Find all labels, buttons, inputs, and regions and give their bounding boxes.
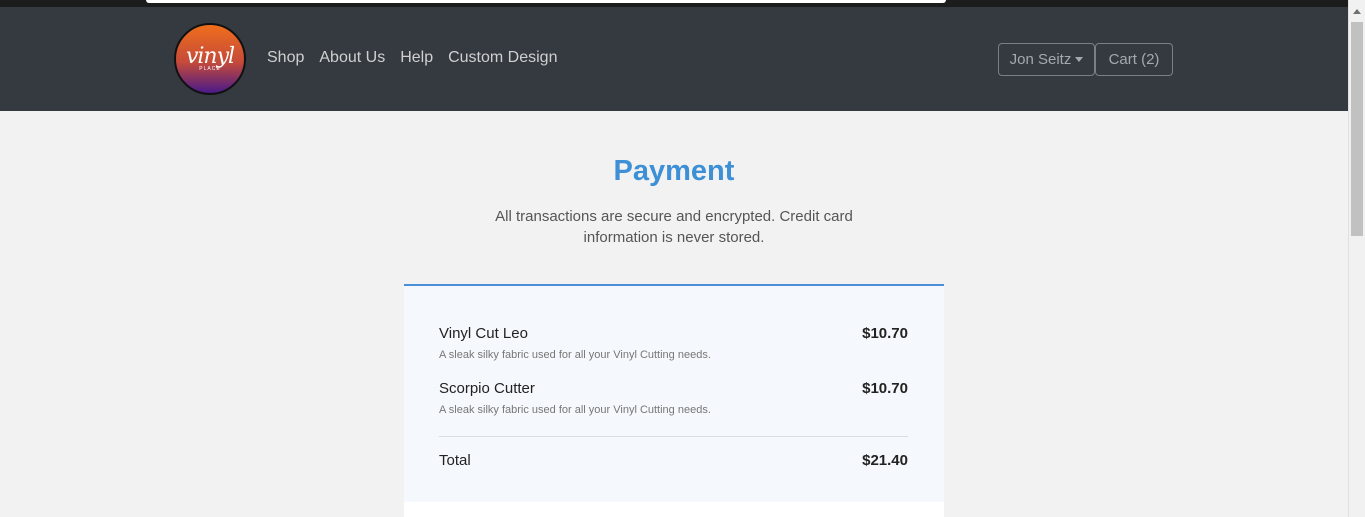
summary-divider bbox=[439, 436, 908, 437]
browser-tab-bar bbox=[146, 0, 946, 3]
scroll-up-icon[interactable] bbox=[1353, 9, 1361, 14]
browser-top-strip bbox=[0, 0, 1348, 7]
user-menu-button[interactable]: Jon Seitz bbox=[998, 43, 1095, 76]
scrollbar-thumb[interactable] bbox=[1351, 22, 1363, 236]
logo-text: vinyl bbox=[185, 43, 235, 69]
cart-label: Cart (2) bbox=[1108, 51, 1160, 68]
total-value: $21.40 bbox=[862, 452, 908, 469]
item-price: $10.70 bbox=[862, 380, 908, 397]
item-description: A sleak silky fabric used for all your V… bbox=[439, 349, 711, 361]
item-name: Scorpio Cutter bbox=[439, 380, 535, 397]
item-description: A sleak silky fabric used for all your V… bbox=[439, 404, 711, 416]
caret-down-icon bbox=[1075, 57, 1084, 62]
nav-link-shop[interactable]: Shop bbox=[267, 49, 304, 67]
page-subtitle: All transactions are secure and encrypte… bbox=[495, 208, 853, 246]
brand-logo[interactable]: vinyl PLACE bbox=[174, 23, 246, 95]
item-name: Vinyl Cut Leo bbox=[439, 325, 528, 342]
order-summary-card: Vinyl Cut Leo $10.70 A sleak silky fabri… bbox=[404, 284, 944, 517]
cart-button[interactable]: Cart (2) bbox=[1095, 43, 1173, 76]
page-title: Payment bbox=[613, 155, 735, 187]
total-label: Total bbox=[439, 452, 471, 469]
page-scrollbar[interactable] bbox=[1348, 0, 1365, 517]
user-menu-label: Jon Seitz bbox=[1009, 51, 1072, 68]
nav-link-custom-design[interactable]: Custom Design bbox=[448, 49, 557, 67]
nav-links: Shop About Us Help Custom Design bbox=[267, 49, 557, 67]
nav-link-help[interactable]: Help bbox=[400, 49, 433, 67]
item-price: $10.70 bbox=[862, 325, 908, 342]
nav-link-about-us[interactable]: About Us bbox=[319, 49, 385, 67]
logo-subtext: PLACE bbox=[199, 65, 221, 72]
order-summary: Vinyl Cut Leo $10.70 A sleak silky fabri… bbox=[404, 284, 944, 502]
navbar: vinyl PLACE Shop About Us Help Custom De… bbox=[0, 7, 1348, 111]
